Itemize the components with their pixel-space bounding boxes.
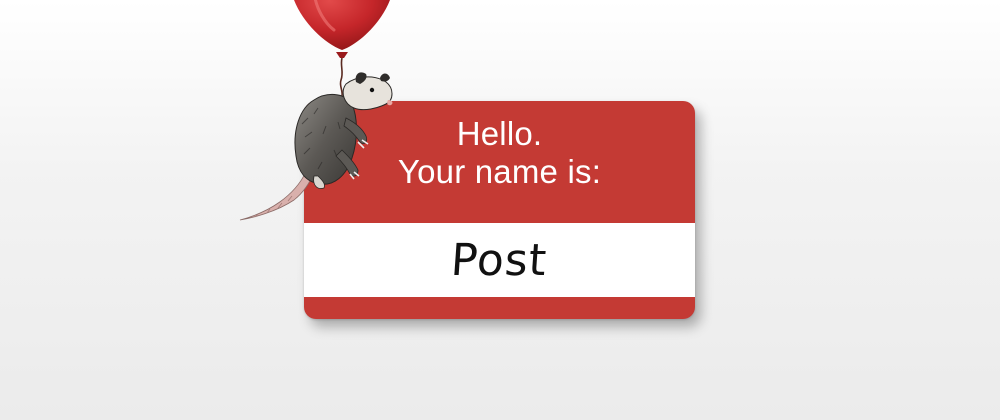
name-text: Post [449,234,550,286]
scene: Hello. Your name is: Post [0,0,1000,420]
balloon-opossum-illustration [239,0,393,221]
opossum-icon [239,72,393,221]
name-field: Post [304,223,695,297]
